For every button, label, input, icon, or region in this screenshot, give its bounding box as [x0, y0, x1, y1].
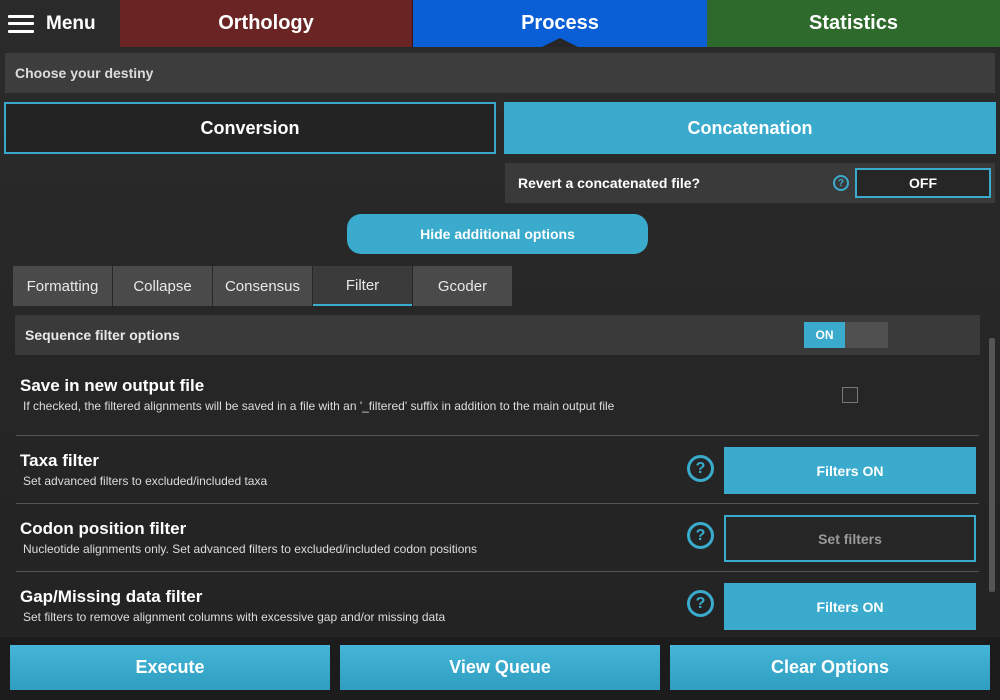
gap-filter-help-icon[interactable]: ?	[687, 590, 714, 617]
top-navigation-bar: Menu Orthology Process Statistics	[0, 0, 1000, 47]
gap-filter-button[interactable]: Filters ON	[724, 583, 976, 630]
subtab-collapse[interactable]: Collapse	[113, 266, 212, 306]
revert-label: Revert a concatenated file?	[518, 175, 701, 191]
subtab-filter[interactable]: Filter	[313, 266, 412, 306]
save-output-checkbox[interactable]	[842, 387, 858, 403]
conversion-label: Conversion	[200, 117, 300, 138]
codon-filter-button[interactable]: Set filters	[724, 515, 976, 562]
taxa-filter-help-icon[interactable]: ?	[687, 455, 714, 482]
subtab-formatting[interactable]: Formatting	[13, 266, 112, 306]
subtab-gcoder[interactable]: Gcoder	[413, 266, 512, 306]
tab-process-label: Process	[521, 12, 599, 34]
tab-orthology-label: Orthology	[218, 12, 314, 34]
hide-additional-options-button[interactable]: Hide additional options	[347, 214, 648, 254]
execute-button[interactable]: Execute	[10, 645, 330, 690]
tab-orthology[interactable]: Orthology	[120, 0, 413, 47]
conversion-button[interactable]: Conversion	[4, 102, 496, 154]
sequence-filter-toggle[interactable]: ON	[804, 322, 888, 348]
hamburger-menu-icon	[8, 14, 34, 33]
active-tab-caret-icon	[542, 38, 578, 47]
concatenation-button[interactable]: Concatenation	[504, 102, 996, 154]
toggle-on-state: ON	[804, 322, 845, 348]
menu-button[interactable]: Menu	[0, 0, 120, 47]
revert-off-toggle[interactable]: OFF	[855, 168, 991, 198]
view-queue-button[interactable]: View Queue	[340, 645, 660, 690]
divider	[16, 503, 979, 504]
choose-destiny-header: Choose your destiny	[5, 53, 995, 93]
sequence-filter-options-header: Sequence filter options ON	[15, 315, 980, 355]
tab-statistics-label: Statistics	[809, 12, 898, 34]
subtab-consensus[interactable]: Consensus	[213, 266, 312, 306]
codon-filter-help-icon[interactable]: ?	[687, 522, 714, 549]
menu-label: Menu	[46, 12, 96, 34]
save-output-description: If checked, the filtered alignments will…	[23, 399, 615, 413]
divider	[16, 571, 979, 572]
revert-help-icon[interactable]: ?	[833, 175, 849, 191]
taxa-filter-button[interactable]: Filters ON	[724, 447, 976, 494]
clear-options-button[interactable]: Clear Options	[670, 645, 990, 690]
divider	[16, 435, 979, 436]
revert-concatenated-row: Revert a concatenated file? ? OFF	[505, 163, 995, 203]
options-subtabs: Formatting Collapse Consensus Filter Gco…	[13, 266, 513, 306]
sequence-filter-label: Sequence filter options	[25, 327, 180, 343]
tab-process[interactable]: Process	[413, 0, 707, 47]
concatenation-label: Concatenation	[687, 117, 813, 138]
save-output-option: Save in new output file If checked, the …	[16, 376, 979, 413]
tab-statistics[interactable]: Statistics	[707, 0, 1000, 47]
save-output-title: Save in new output file	[20, 376, 205, 395]
options-scrollbar[interactable]	[989, 338, 995, 592]
